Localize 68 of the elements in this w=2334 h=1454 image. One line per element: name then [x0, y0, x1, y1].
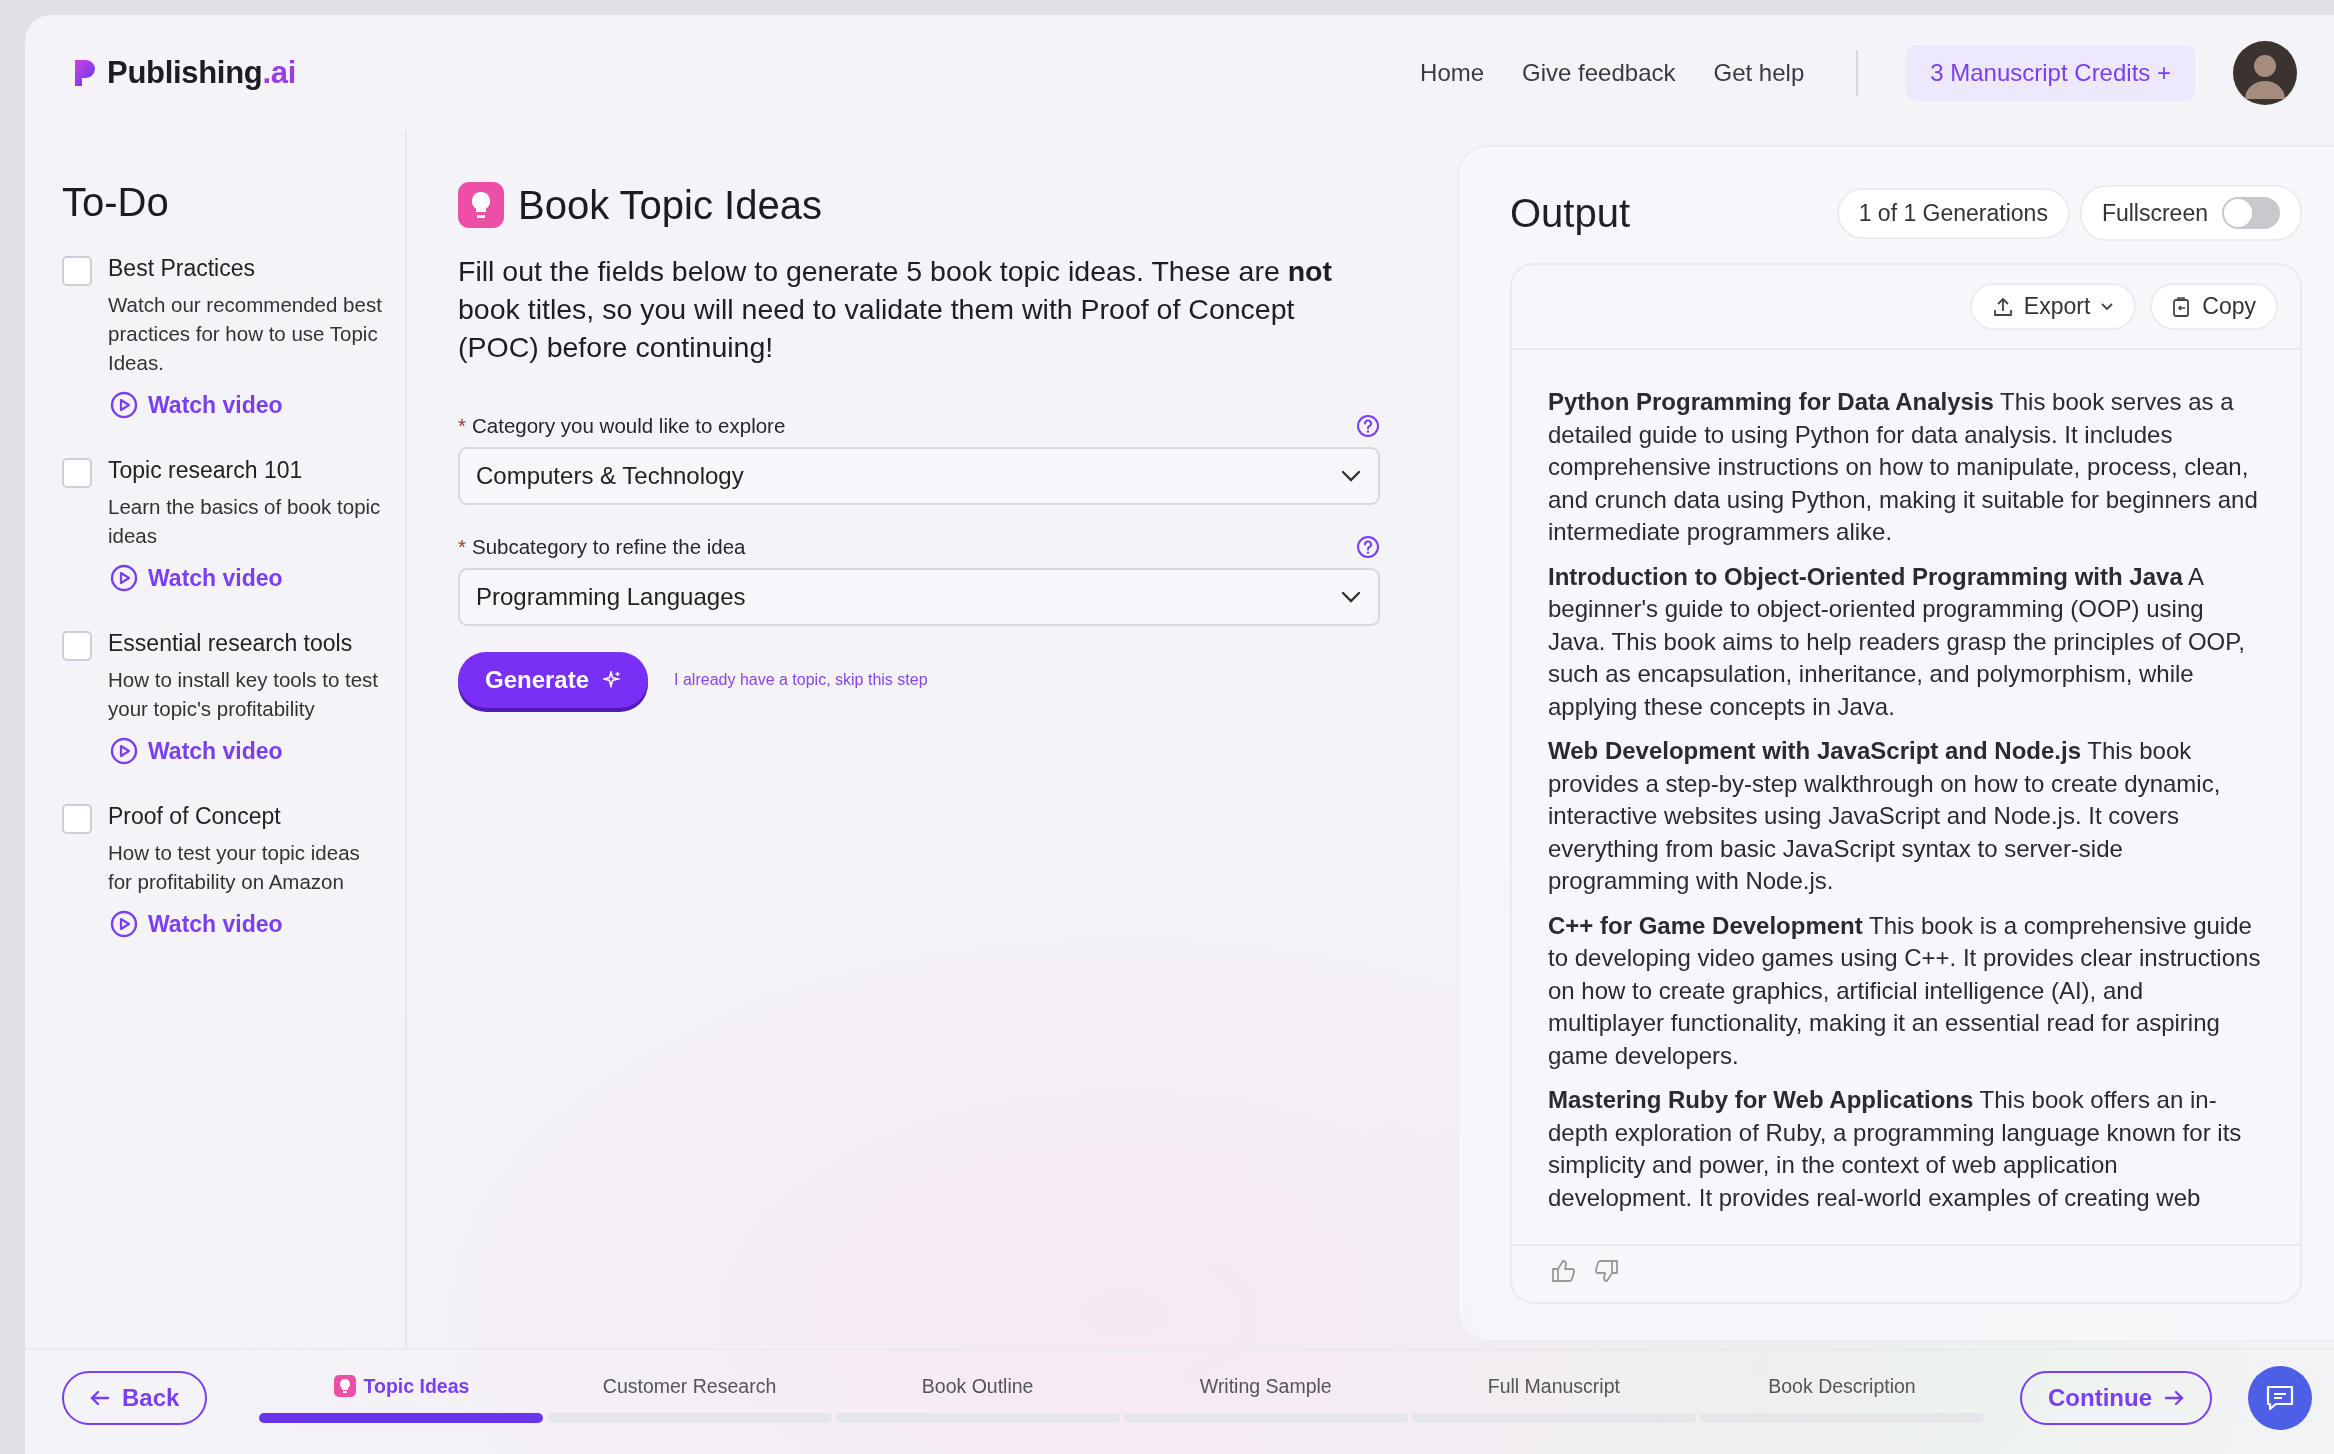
copy-button[interactable]: Copy: [2150, 283, 2278, 330]
nav-link[interactable]: Home: [1420, 58, 1485, 87]
export-button[interactable]: Export: [1969, 283, 2137, 330]
todo-title: Best Practices: [108, 255, 256, 282]
todo-title: Essential research tools: [108, 630, 354, 657]
panel-title: To-Do: [62, 180, 170, 225]
step-tab[interactable]: Topic Ideas: [259, 1373, 544, 1423]
topic-idea-text: Python Programming for Data Analysis This book serves as a detailed guide to using Python for data analysis. It includes comprehensive instructions on how to manipulate, process, clean, and crunch data using Python, making it suitable for beginners and intermediate programmers alike.: [1548, 387, 2259, 547]
nav-link[interactable]: Get help: [1713, 58, 1805, 87]
select-field[interactable]: Programming Languages: [458, 568, 1380, 626]
topic-idea-text: Introduction to Object-Oriented Programming with Java A beginner's guide to object-oriented programming (OOP) using Java. This book aims to help readers grasp the principles of OOP, such as encapsulation, inheritance, and polymorphism, while applying these concepts in Java.: [1548, 561, 2246, 722]
thumbs-down-icon[interactable]: [1594, 1258, 1620, 1284]
upload-icon: [1991, 295, 2014, 318]
panel-title: Output: [1510, 190, 1631, 236]
step-tab[interactable]: Full Manuscript: [1411, 1373, 1696, 1423]
arrow-left-icon: [90, 1390, 110, 1406]
topic-idea-text: C++ for Game Development This book is a comprehensive guide to developing video games using C++. It provides clear instructions on how to create graphics, artificial intelligence (AI), and multiplayer functionality, making it an essential read for aspiring game developers.: [1548, 910, 2262, 1071]
arrow-right-icon: [2164, 1390, 2184, 1406]
instructions-text: Fill out the fields below to generate 5 book topic ideas. These are not book titles, so you will need to validate them with Proof of Concept (POC) before continuing!: [458, 254, 1333, 365]
play-icon: [110, 564, 138, 592]
checkbox[interactable]: [62, 804, 92, 834]
chevron-down-icon: [1340, 469, 1362, 483]
todo-description: Learn the basics of book topic ideas: [108, 494, 382, 549]
toggle-label: Fullscreen: [2101, 199, 2208, 227]
todo-description: Watch our recommended best practices for how to use Topic Ideas.: [108, 292, 383, 376]
play-icon: [110, 910, 138, 938]
generations-badge: 1 of 1 Generations: [1836, 187, 2070, 239]
step-tab[interactable]: Book Description: [1699, 1373, 1985, 1423]
sparkle-icon: [603, 671, 622, 689]
watch-video-link[interactable]: Watch video: [148, 564, 283, 592]
watch-video-link[interactable]: Watch video: [148, 910, 283, 938]
play-icon: [110, 737, 138, 765]
page-title: Book Topic Ideas: [518, 182, 822, 228]
todo-description: How to install key tools to test your topic's profitability: [108, 667, 380, 722]
topic-idea-text: Web Development with JavaScript and Node.js This book provides a step-by-step walkthrough on how to create dynamic, interactive websites using JavaScript and Node.js. It covers everything from basic JavaScript syntax to server-side programming with Node.js.: [1548, 736, 2222, 896]
chevron-down-icon: [2100, 301, 2115, 312]
avatar[interactable]: [2233, 40, 2297, 105]
todo-title: Proof of Concept: [108, 803, 282, 830]
nav-link[interactable]: Give feedback: [1522, 58, 1676, 87]
checkbox[interactable]: [62, 458, 92, 488]
logo-icon: [73, 57, 97, 88]
step-tab[interactable]: Customer Research: [547, 1373, 832, 1423]
select-field[interactable]: Computers & Technology: [458, 447, 1380, 505]
step-tab[interactable]: Writing Sample: [1123, 1373, 1408, 1423]
back-button[interactable]: Back: [62, 1371, 208, 1425]
help-icon[interactable]: [1356, 535, 1380, 559]
thumbs-up-icon[interactable]: [1550, 1258, 1576, 1284]
chat-icon: [2265, 1384, 2295, 1412]
todo-description: How to test your topic ideas for profitability on Amazon: [108, 840, 361, 895]
lightbulb-icon: [333, 1375, 356, 1397]
lightbulb-icon: [458, 182, 504, 228]
todo-title: Topic research 101: [108, 457, 304, 484]
credits-button[interactable]: 3 Manuscript Credits +: [1906, 44, 2195, 101]
watch-video-link[interactable]: Watch video: [148, 391, 283, 419]
step-tab[interactable]: Book Outline: [835, 1373, 1120, 1423]
logo-text[interactable]: Publishing.ai: [107, 54, 296, 91]
checkbox[interactable]: [62, 256, 92, 286]
play-icon: [110, 391, 138, 419]
checkbox[interactable]: [62, 631, 92, 661]
field-label: * Subcategory to refine the idea: [458, 535, 746, 559]
fullscreen-toggle[interactable]: [2222, 197, 2280, 229]
help-icon[interactable]: [1356, 414, 1380, 438]
continue-button[interactable]: Continue: [2020, 1371, 2212, 1425]
field-label: * Category you would like to explore: [458, 414, 786, 438]
topic-idea-text: Mastering Ruby for Web Applications This book offers an in-depth exploration of Ruby, a programming language known for its simplicity and power, in the context of web application development. It provides real-world examples of creating web: [1548, 1085, 2243, 1213]
watch-video-link[interactable]: Watch video: [148, 737, 283, 765]
skip-link[interactable]: I already have a topic, skip this step: [674, 671, 928, 689]
chevron-down-icon: [1340, 590, 1362, 604]
